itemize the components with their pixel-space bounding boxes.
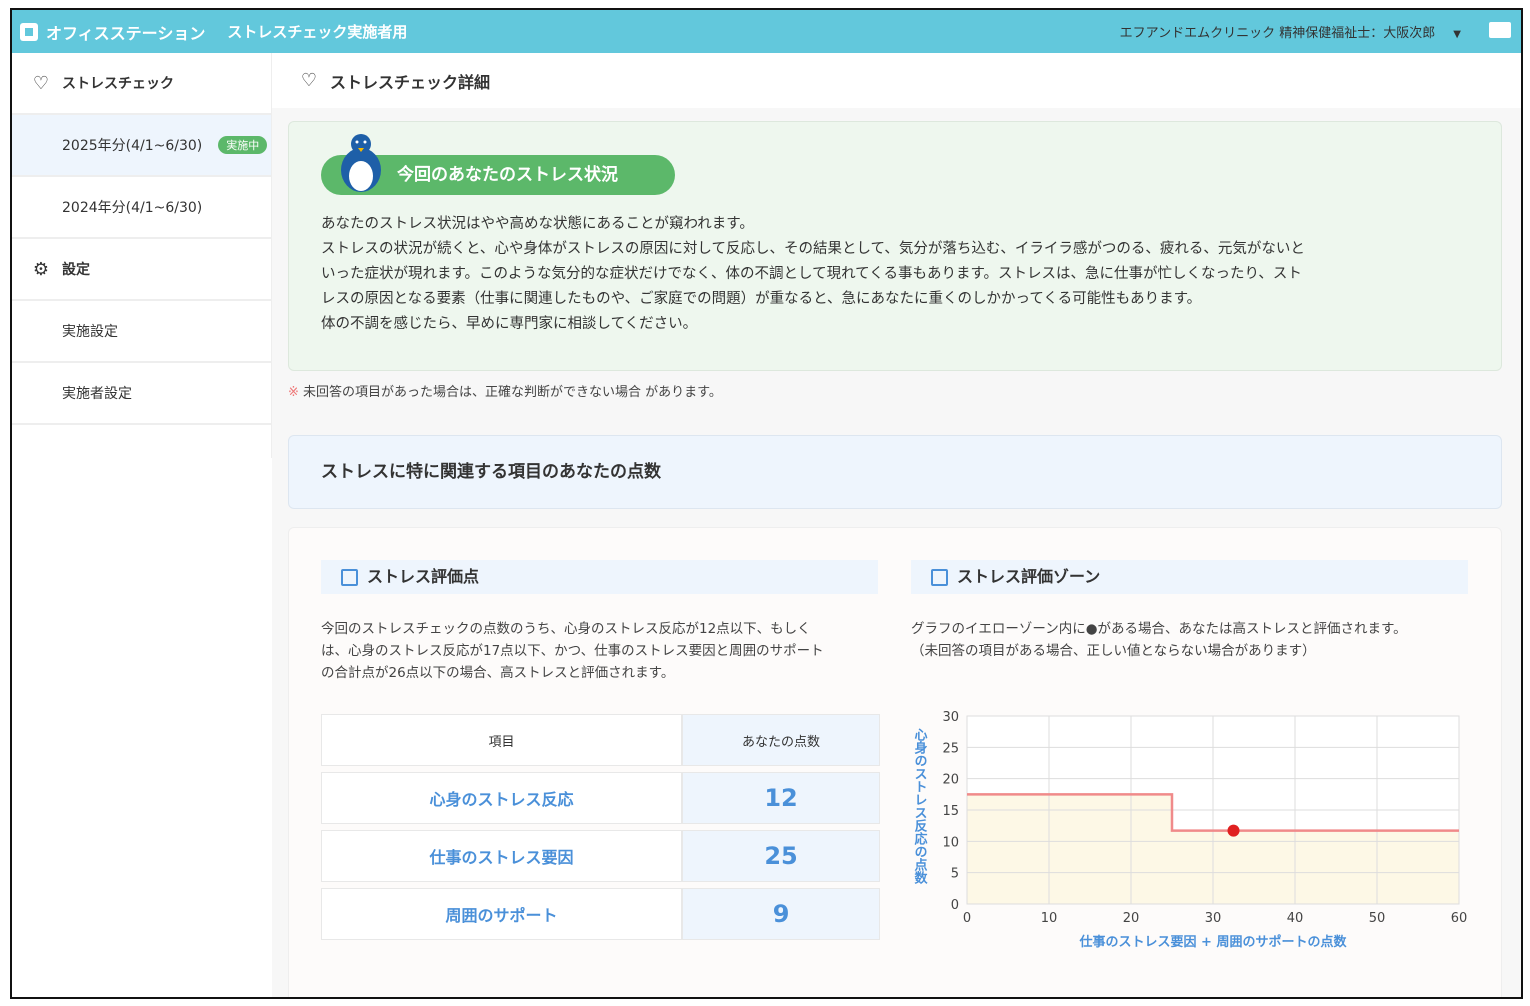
sidebar-section-stresscheck[interactable]: ♡ ストレスチェック [12,53,271,115]
app-window: オフィスステーション ストレスチェック実施者用 エフアンドエムクリニック 精神保… [10,8,1523,999]
page-title: ♡ ストレスチェック詳細 [272,53,1521,108]
row-value: 25 [682,830,880,882]
row-value: 12 [682,772,880,824]
sidebar-label: 実施者設定 [62,386,132,402]
table-row: 周囲のサポート 9 [321,888,880,940]
row-label: 仕事のストレス要因 [321,830,683,882]
row-label: 周囲のサポート [321,888,683,940]
desc-line: （未回答の項目がある場合、正しい値とならない場合があります） [911,643,1316,659]
sidebar-item-2024[interactable]: 2024年分(4/1~6/30) [12,177,271,239]
user-menu[interactable]: エフアンドエムクリニック 精神保健福祉士：大阪次郎 ▼ [1120,22,1461,41]
score-card: ストレス評価点 今回のストレスチェックの点数のうち、心身のストレス反応が12点以… [288,527,1502,997]
note-text: 未回答の項目があった場合は、正確な判断ができない場合 があります。 [303,385,722,400]
y-tick-label: 20 [942,773,959,788]
heart-check-icon: ♡ [300,70,318,91]
x-tick-label: 30 [1205,911,1222,926]
status-line: ストレスの状況が続くと、心や身体がストレスの原因に対して反応し、その結果として、… [321,241,1305,257]
row-value: 9 [682,888,880,940]
sidebar-label: 2024年分(4/1~6/30) [62,200,203,216]
sidebar-label: 実施設定 [62,324,118,340]
table-icon [341,569,358,586]
app-name: オフィスステーション [46,23,206,43]
x-tick-label: 60 [1451,911,1468,926]
desc-line: 今回のストレスチェックの点数のうち、心身のストレス反応が12点以下、もしく [321,621,811,637]
logo-icon [20,22,38,41]
zone-description: グラフのイエローゾーン内に●がある場合、あなたは高ストレスと評価されます。 （未… [911,618,1407,662]
status-badge: 実施中 [218,136,268,154]
x-tick-label: 10 [1041,911,1058,926]
desc-line: グラフのイエローゾーン内に●がある場合、あなたは高ストレスと評価されます。 [911,621,1407,637]
col-item: 項目 [321,714,683,766]
status-panel: 今回のあなたのストレス状況 あなたのストレス状況はやや高めな状態にあることが窺わ… [288,121,1502,371]
stress-zone-chart: 0 10 20 30 40 50 60 0 5 10 15 20 25 30 仕事のストレス要因 + 周囲の… [912,710,1468,950]
status-line: 体の不調を感じたら、早めに専門家に相談してください。 [321,316,698,332]
status-line: あなたのストレス状況はやや高めな状態にあることが窺われます。 [321,216,754,232]
sidebar-label: 2025年分(4/1~6/30) [62,138,203,154]
status-line: いった症状が現れます。このような気分的な症状だけでなく、体の不調として現れてくる… [321,266,1302,282]
zone-title: ストレス評価ゾーン [957,567,1101,586]
table-row: 心身のストレス反応 12 [321,772,880,824]
sidebar-item-implementation-settings[interactable]: 実施設定 [12,301,271,363]
sidebar: ♡ ストレスチェック 2025年分(4/1~6/30) 実施中 2024年分(4/1… [12,53,272,458]
score-title: ストレス評価点 [367,567,480,586]
manual-book-icon[interactable] [1489,22,1511,38]
y-tick-label: 25 [942,741,959,756]
y-tick-label: 0 [951,898,959,913]
status-description: あなたのストレス状況はやや高めな状態にあることが窺われます。 ストレスの状況が続… [321,212,1461,337]
penguin-mascot-icon [341,134,381,192]
desc-line: は、心身のストレス反応が17点以下、かつ、仕事のストレス要因と周囲のサポート [321,643,824,659]
y-tick-label: 5 [951,867,959,882]
page-title-text: ストレスチェック詳細 [330,72,491,92]
main-content: ♡ ストレスチェック詳細 今回のあなたのストレス状況 あなたのストレス状況はやや高… [272,53,1521,997]
row-label: 心身のストレス反応 [321,772,683,824]
zone-header: ストレス評価ゾーン [911,560,1468,594]
sidebar-section-settings[interactable]: ⚙ 設定 [12,239,271,301]
y-tick-label: 10 [942,835,959,850]
x-tick-label: 20 [1123,911,1140,926]
table-header: 項目 あなたの点数 [321,714,880,766]
note-mark: ※ [288,385,299,400]
heart-check-icon: ♡ [32,72,50,94]
desc-line: の合計点が26点以下の場合、高ストレスと評価されます。 [321,665,675,681]
unanswered-note: ※ 未回答の項目があった場合は、正確な判断ができない場合 があります。 [288,381,722,400]
score-table: 項目 あなたの点数 心身のストレス反応 12 仕事のストレス要因 25 周囲のサポート… [321,708,880,946]
status-line: レスの原因となる要素（仕事に関連したものや、ご家庭での問題）が重なると、急にあな… [321,291,1202,307]
sidebar-item-implementer-settings[interactable]: 実施者設定 [12,363,271,425]
table-row: 仕事のストレス要因 25 [321,830,880,882]
sidebar-label: 設定 [62,262,90,278]
sidebar-label: ストレスチェック [62,76,174,92]
app-subtitle: ストレスチェック実施者用 [227,23,408,41]
score-point [1227,824,1240,837]
score-description: 今回のストレスチェックの点数のうち、心身のストレス反応が12点以下、もしく は、… [321,618,824,684]
gear-icon: ⚙ [32,258,50,280]
y-tick-label: 15 [942,804,959,819]
section-title: ストレスに特に関連する項目のあなたの点数 [288,435,1502,509]
sidebar-item-2025[interactable]: 2025年分(4/1~6/30) 実施中 [12,115,271,177]
y-tick-label: 30 [942,710,959,725]
x-axis-label: 仕事のストレス要因 + 周囲のサポートの点数 [1079,934,1348,950]
x-tick-label: 50 [1369,911,1386,926]
user-name: エフアンドエムクリニック 精神保健福祉士：大阪次郎 [1119,26,1436,41]
x-tick-label: 40 [1287,911,1304,926]
y-axis-label: 心身のストレス反応の点数 [912,728,928,885]
caret-down-icon: ▼ [1453,29,1461,40]
x-tick-label: 0 [963,911,971,926]
top-bar: オフィスステーション ストレスチェック実施者用 エフアンドエムクリニック 精神保… [12,10,1521,53]
score-header: ストレス評価点 [321,560,878,594]
col-score: あなたの点数 [682,714,880,766]
chart-icon [931,569,948,586]
